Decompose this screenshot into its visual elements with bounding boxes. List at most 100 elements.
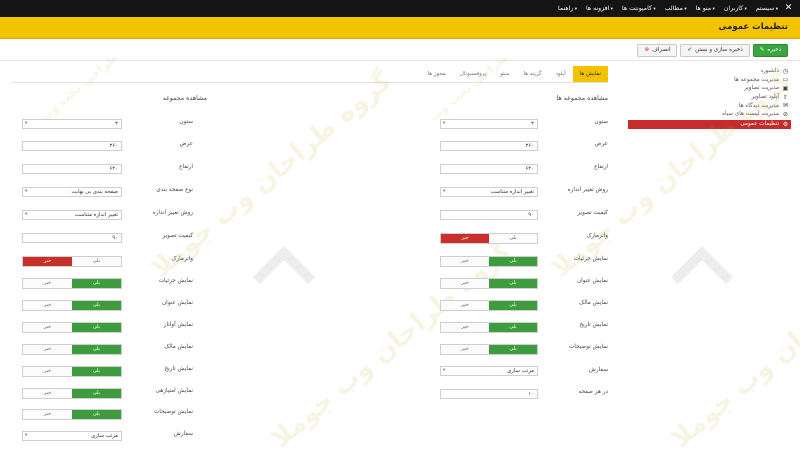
save-close-button-label: ذخیره سازی و بستن <box>695 47 743 53</box>
details-toggle[interactable]: خیر بلی <box>440 256 538 267</box>
quality-input[interactable]: ۹۰ <box>22 233 122 243</box>
toggle-yes[interactable]: بلی <box>72 279 121 288</box>
owner-label: نمایش مالک <box>579 300 608 306</box>
title-toggle[interactable]: خیر بلی <box>440 278 538 289</box>
menu-extensions[interactable]: افزونه ها <box>586 5 613 12</box>
columns-label: ستون <box>594 119 608 125</box>
toggle-yes[interactable]: بلی <box>489 345 537 354</box>
watermark-toggle[interactable]: خیر بلی <box>22 256 122 267</box>
quality-label: کیفیت تصویر <box>577 210 608 216</box>
right-column-heading: مشاهده مجموعه ها <box>556 95 608 102</box>
menu-content[interactable]: مطالب <box>665 5 687 12</box>
toggle-yes[interactable]: بلی <box>72 345 121 354</box>
toggle-yes[interactable]: بلی <box>489 323 537 332</box>
toggle-no[interactable]: خیر <box>441 301 489 310</box>
height-input[interactable]: ۶۴۰ <box>22 164 122 174</box>
quality-input[interactable]: ۹۰ <box>440 210 538 220</box>
toggle-no[interactable]: خیر <box>23 345 72 354</box>
title-toggle[interactable]: خیر بلی <box>22 300 122 311</box>
date-toggle[interactable]: خیر بلی <box>22 366 122 377</box>
width-input[interactable]: ۳۶۰ <box>440 141 538 151</box>
toggle-yes[interactable]: بلی <box>72 367 121 376</box>
save-close-button[interactable]: ✔ ذخیره سازی و بستن <box>680 44 750 57</box>
owner-toggle[interactable]: خیر بلی <box>22 344 122 355</box>
description-toggle[interactable]: خیر بلی <box>22 409 122 420</box>
menu-components[interactable]: کامپوننت ها <box>622 5 656 12</box>
toggle-yes[interactable]: بلی <box>489 301 537 310</box>
toggle-no[interactable]: خیر <box>23 301 72 310</box>
description-toggle[interactable]: خیر بلی <box>440 344 538 355</box>
tab-views[interactable]: نمایش ها <box>572 66 608 82</box>
date-toggle[interactable]: خیر بلی <box>440 322 538 333</box>
owner-toggle[interactable]: خیر بلی <box>440 300 538 311</box>
toggle-no[interactable]: خیر <box>23 410 72 419</box>
toggle-no[interactable]: خیر <box>23 279 72 288</box>
height-input[interactable]: ۶۴۰ <box>440 164 538 174</box>
sidebar-item-blacklists[interactable]: ⊘ مدیریت لیست های سیاه <box>628 110 791 119</box>
watermark-toggle[interactable]: خیر بلی <box>440 233 538 244</box>
date-label: نمایش تاریخ <box>164 366 193 372</box>
cancel-button[interactable]: ⊗ انصراف <box>637 44 678 57</box>
menu-menus[interactable]: منو ها <box>696 5 715 12</box>
resize-value: تغییر اندازه متناسب <box>74 212 118 218</box>
resize-label: روش تغییر اندازه <box>152 210 193 216</box>
tab-permissions[interactable]: مجوز ها <box>421 66 453 82</box>
toggle-no[interactable]: خیر <box>441 323 489 332</box>
tab-upload[interactable]: آپلود <box>549 66 573 82</box>
menu-system[interactable]: سیستم <box>756 5 778 12</box>
rating-toggle[interactable]: خیر بلی <box>22 388 122 399</box>
sidebar-item-collections[interactable]: ▭ مدیریت مجموعه ها <box>628 76 791 85</box>
details-toggle[interactable]: خیر بلی <box>22 278 122 289</box>
toggle-yes[interactable]: بلی <box>72 410 121 419</box>
details-label: نمایش جزئیات <box>158 278 193 284</box>
toggle-yes[interactable]: بلی <box>72 323 121 332</box>
toggle-no[interactable]: خیر <box>441 279 489 288</box>
menu-help[interactable]: راهنما <box>558 5 577 12</box>
width-input[interactable]: ۳۶۰ <box>22 141 122 151</box>
per-page-input[interactable]: ۱۰ <box>440 389 538 399</box>
top-navbar: ✕ سیستم کاربران منو ها مطالب کامپوننت ها… <box>0 0 800 17</box>
columns-select[interactable]: ▾ ۳ <box>440 119 538 129</box>
toggle-no[interactable]: خیر <box>23 257 72 266</box>
toggle-no[interactable]: خیر <box>23 367 72 376</box>
avatar-toggle[interactable]: خیر بلی <box>22 322 122 333</box>
sidebar-item-dashboard[interactable]: ◷ داشبورد <box>628 67 791 76</box>
tab-professional[interactable]: پروفسیونال <box>453 66 493 82</box>
resize-select[interactable]: ▾ تغییر اندازه متناسب <box>22 210 122 220</box>
toggle-yes[interactable]: بلی <box>489 234 537 243</box>
toggle-no[interactable]: خیر <box>441 234 489 243</box>
sidebar: ◷ داشبورد ▭ مدیریت مجموعه ها ▣ مدیریت تص… <box>628 67 791 130</box>
columns-select[interactable]: ▾ ۳ <box>22 119 122 129</box>
columns-value: ۳ <box>531 121 534 127</box>
sidebar-item-comments[interactable]: ✉ مدیریت دیدگاه ها <box>628 101 791 110</box>
date-label: نمایش تاریخ <box>579 322 608 328</box>
toggle-no[interactable]: خیر <box>441 345 489 354</box>
chevron-down-icon: ▾ <box>443 368 446 373</box>
menu-users[interactable]: کاربران <box>724 5 747 12</box>
toggle-yes[interactable]: بلی <box>72 257 121 266</box>
watermark-sub: طراحی تحت وب <box>426 50 511 124</box>
pagination-select[interactable]: ▾ صفحه بندی بی نهایت <box>22 187 122 197</box>
toggle-no[interactable]: خیر <box>23 389 72 398</box>
watermark-label: واترمارک <box>171 256 193 262</box>
sidebar-item-images[interactable]: ▣ مدیریت تصاویر <box>628 84 791 93</box>
toggle-yes[interactable]: بلی <box>72 389 121 398</box>
toggle-yes[interactable]: بلی <box>489 279 537 288</box>
order-select[interactable]: ▾ مرتب سازی <box>440 366 538 376</box>
tab-options[interactable]: گزینه ها <box>516 66 548 82</box>
resize-select[interactable]: ▾ تغییر اندازه متناسب <box>440 187 538 197</box>
title-bar: تنظیمات عمومی <box>0 17 800 39</box>
order-select[interactable]: ▾ مرتب سازی <box>22 431 122 441</box>
save-button[interactable]: ✎ ذخیره <box>752 44 788 57</box>
toggle-yes[interactable]: بلی <box>489 257 537 266</box>
folder-icon: ▭ <box>782 76 789 84</box>
toggle-no[interactable]: خیر <box>441 257 489 266</box>
toggle-no[interactable]: خیر <box>23 323 72 332</box>
pagination-label: نوع صفحه بندی <box>156 187 193 193</box>
sidebar-item-upload[interactable]: ⇧ آپلود تصاویر <box>628 93 791 102</box>
tab-seo[interactable]: سئو <box>493 66 516 82</box>
sidebar-item-settings[interactable]: ⚙ تنظیمات عمومی <box>628 119 791 130</box>
sidebar-item-label: مدیریت لیست های سیاه <box>722 111 779 118</box>
toggle-yes[interactable]: بلی <box>72 301 121 310</box>
joomla-logo-icon[interactable]: ✕ <box>783 3 794 14</box>
